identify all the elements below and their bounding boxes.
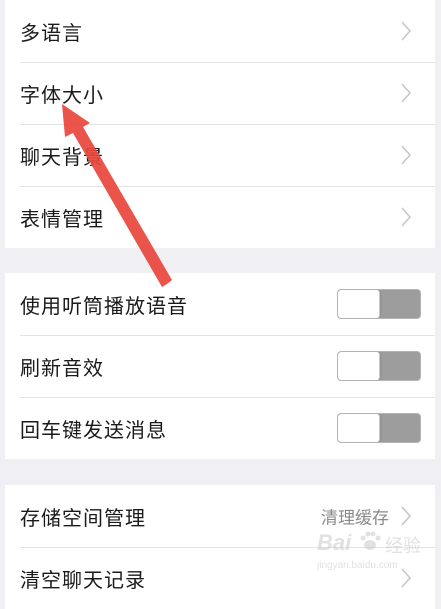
row-label: 聊天背景	[20, 144, 104, 169]
chevron-right-icon	[395, 567, 417, 589]
row-refresh-sound: 刷新音效	[5, 335, 435, 397]
row-font-size[interactable]: 字体大小	[5, 62, 435, 124]
toggle-knob	[338, 414, 380, 442]
row-label: 回车键发送消息	[20, 417, 167, 442]
enter-send-toggle[interactable]	[337, 413, 421, 443]
toggle-knob	[338, 290, 380, 318]
row-label: 表情管理	[20, 206, 104, 231]
chevron-right-icon	[395, 144, 417, 166]
toggle-knob	[338, 352, 380, 380]
row-label: 字体大小	[20, 82, 104, 107]
row-label: 存储空间管理	[20, 505, 146, 530]
earpiece-toggle[interactable]	[337, 289, 421, 319]
row-label: 清空聊天记录	[20, 567, 146, 592]
row-label: 刷新音效	[20, 355, 104, 380]
row-clear-chat-history[interactable]: 清空聊天记录	[5, 547, 435, 609]
row-label: 使用听筒播放语音	[20, 293, 188, 318]
row-label: 多语言	[20, 20, 83, 45]
row-multi-language[interactable]: 多语言	[5, 0, 435, 62]
row-storage-management[interactable]: 存储空间管理 清理缓存	[5, 485, 435, 547]
chevron-right-icon	[395, 206, 417, 228]
chevron-right-icon	[395, 20, 417, 42]
row-enter-to-send: 回车键发送消息	[5, 397, 435, 459]
row-earpiece-playback: 使用听筒播放语音	[5, 273, 435, 335]
refresh-sound-toggle[interactable]	[337, 351, 421, 381]
chevron-right-icon	[395, 82, 417, 104]
settings-group-sound: 使用听筒播放语音 刷新音效 回车键发送消息	[5, 273, 435, 459]
settings-group-general: 多语言 字体大小 聊天背景 表情管理	[5, 0, 435, 248]
chevron-right-icon	[395, 505, 417, 527]
row-sticker-management[interactable]: 表情管理	[5, 186, 435, 248]
settings-group-storage: 存储空间管理 清理缓存 清空聊天记录	[5, 485, 435, 609]
row-chat-background[interactable]: 聊天背景	[5, 124, 435, 186]
clear-cache-value: 清理缓存	[321, 508, 389, 529]
